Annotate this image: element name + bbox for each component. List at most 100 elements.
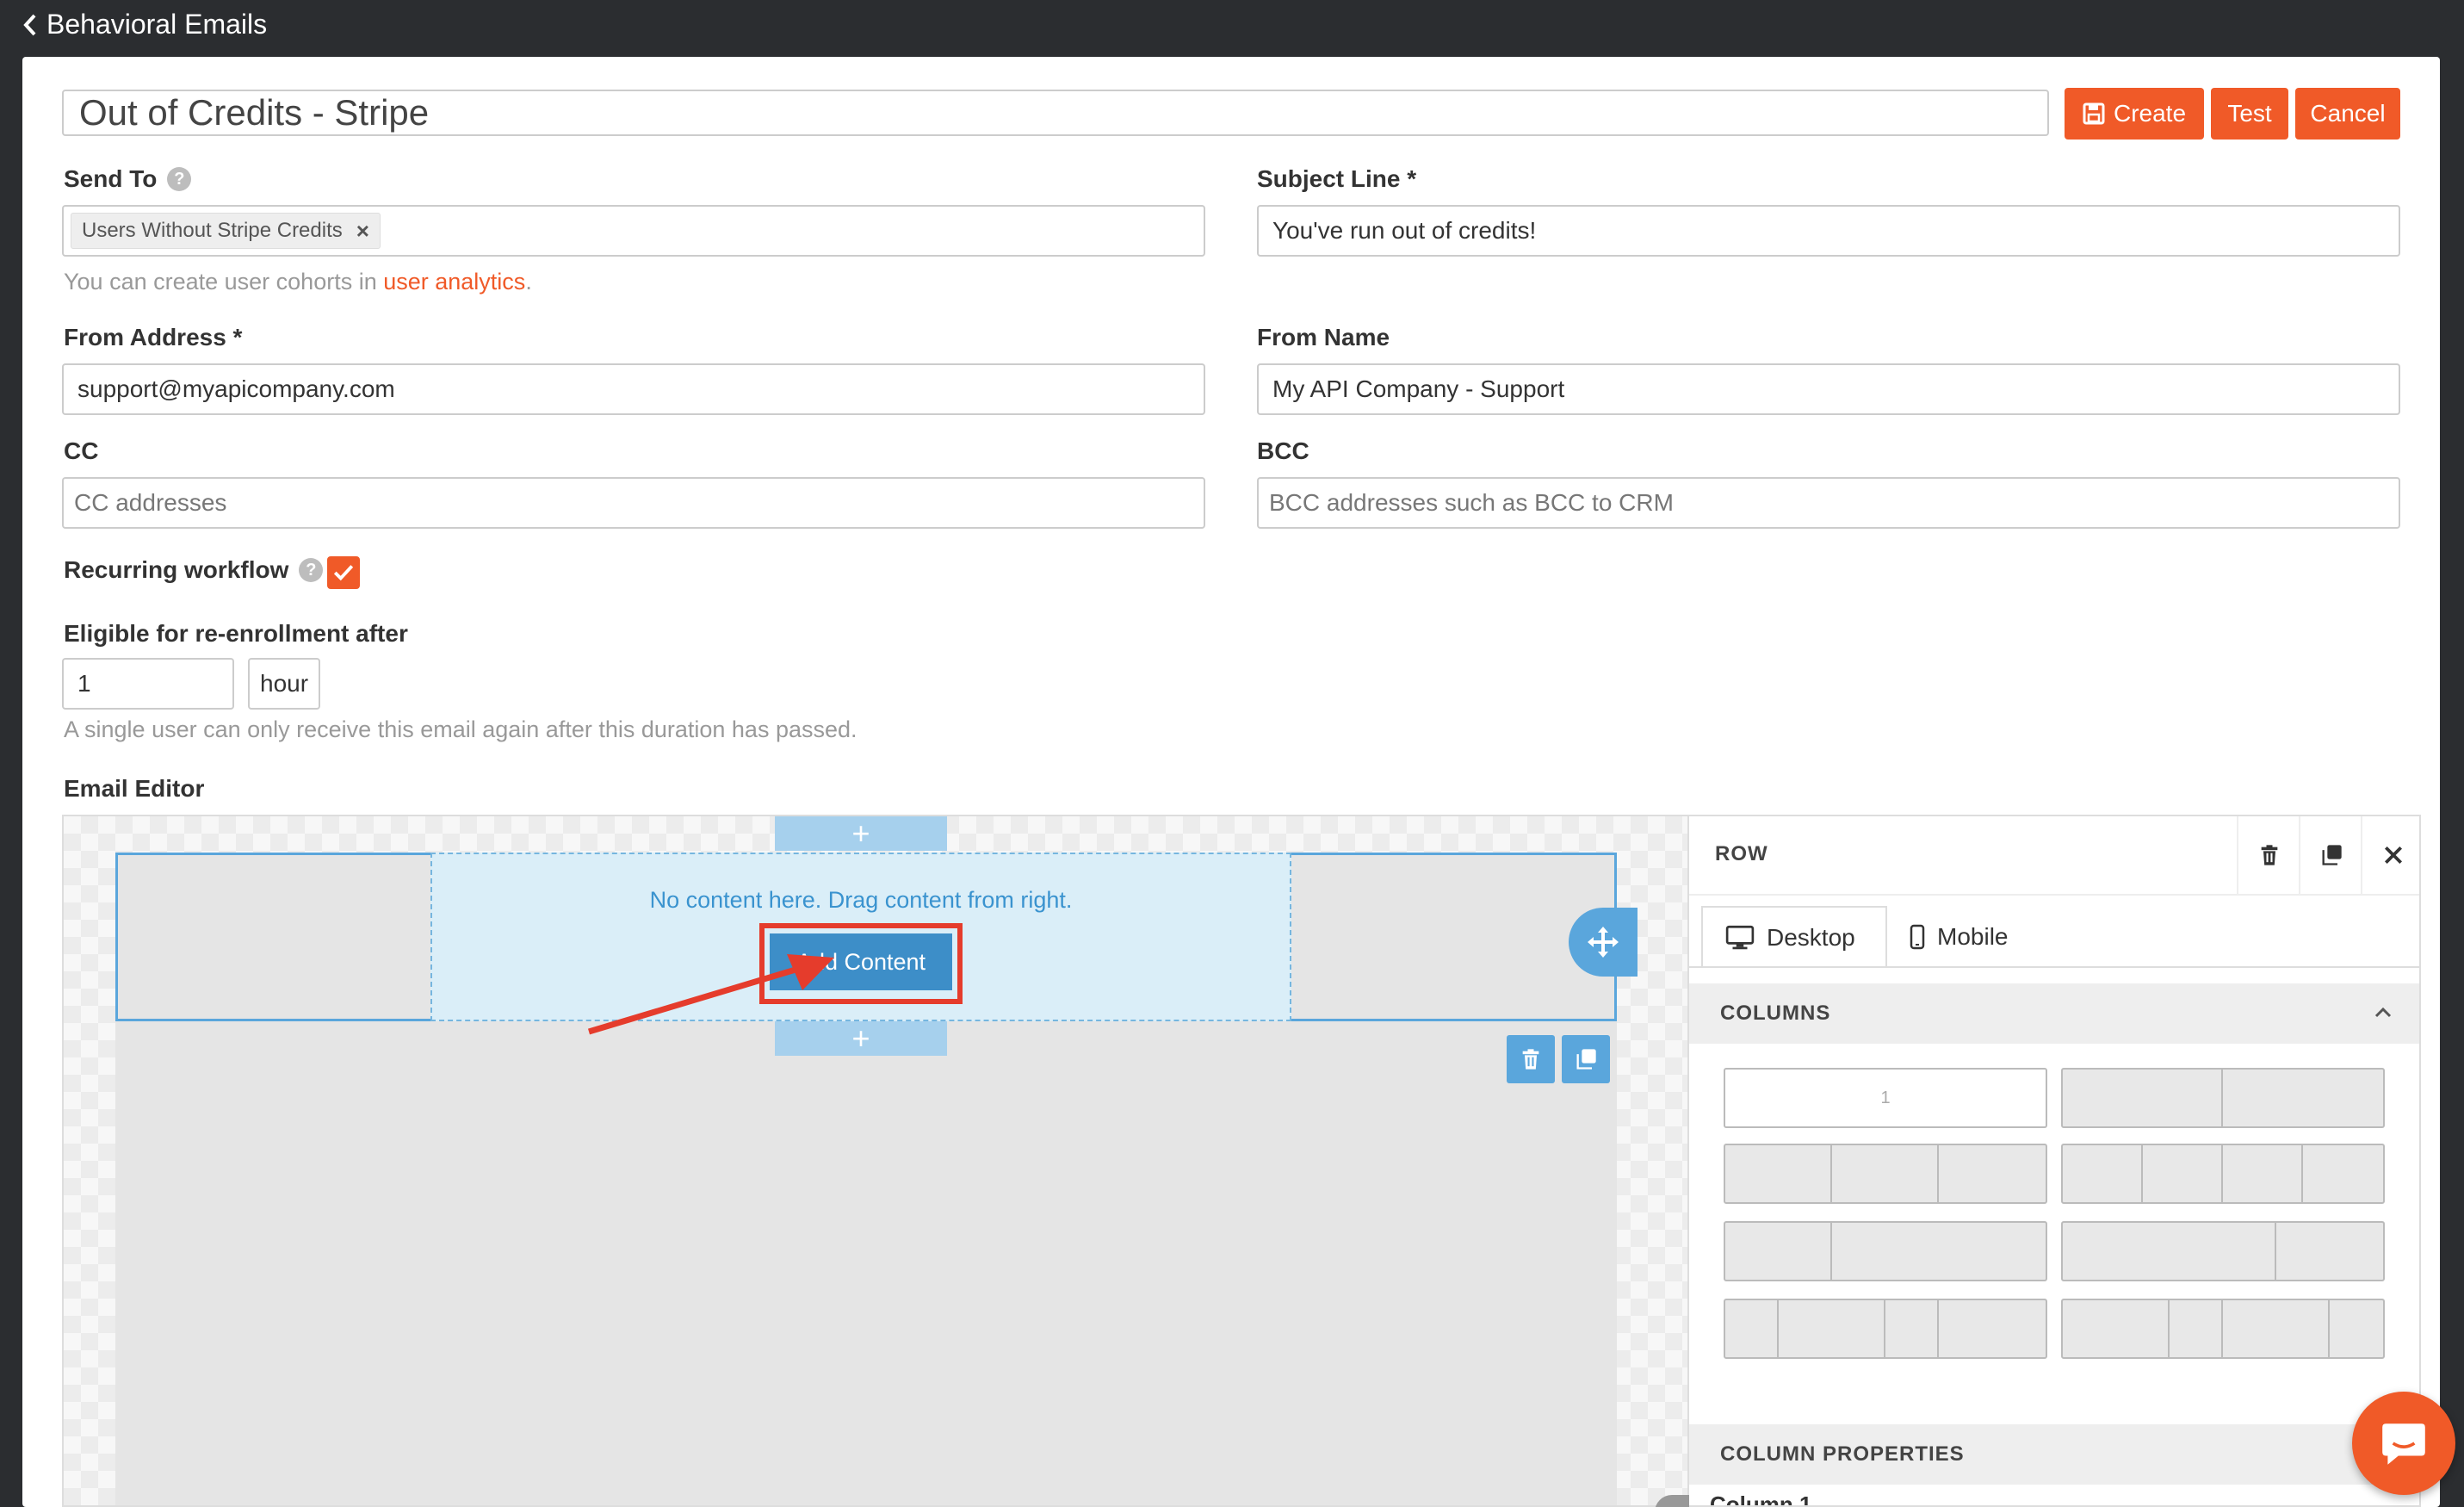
test-button-label: Test <box>2227 100 2272 127</box>
column-properties-header[interactable]: COLUMN PROPERTIES <box>1689 1424 2419 1485</box>
column-1-label: Column 1 <box>1710 1491 1812 1507</box>
layout-column <box>2063 1300 2170 1357</box>
layout-column <box>2276 1223 2383 1280</box>
sidebar-close-button[interactable] <box>2361 816 2419 894</box>
layout-column <box>1832 1145 1939 1202</box>
column-layout-option[interactable] <box>1724 1144 2047 1204</box>
bcc-label: BCC <box>1257 437 1309 464</box>
sidebar-duplicate-button[interactable] <box>2299 816 2362 894</box>
chevron-left-icon <box>23 14 36 35</box>
chat-widget-button[interactable] <box>2352 1392 2455 1495</box>
send-to-label-text: Send To <box>64 165 158 192</box>
layout-column <box>1939 1145 2046 1202</box>
reenroll-value-input[interactable]: 1 <box>62 658 234 710</box>
column-properties-title: COLUMN PROPERTIES <box>1720 1442 1965 1466</box>
annotation-arrow <box>587 954 834 1035</box>
layout-column: 1 <box>1880 1088 1891 1107</box>
test-button[interactable]: Test <box>2211 88 2288 140</box>
tab-mobile[interactable]: Mobile <box>1887 906 2059 968</box>
from-name-label: From Name <box>1257 324 1390 350</box>
email-form-panel: Out of Credits - Stripe Create Test Canc… <box>22 57 2440 1507</box>
help-icon[interactable]: ? <box>299 558 324 582</box>
from-address-field[interactable]: support@myapicompany.com <box>62 363 1205 415</box>
save-icon <box>2083 102 2105 125</box>
copy-icon <box>1576 1049 1596 1070</box>
layout-column <box>2170 1300 2223 1357</box>
back-link[interactable]: Behavioral Emails <box>22 9 267 40</box>
layout-column <box>1939 1300 2046 1357</box>
column-layout-option[interactable]: 1 <box>1724 1068 2047 1128</box>
cc-field[interactable]: CC addresses <box>62 477 1205 529</box>
send-to-hint: You can create user cohorts in user anal… <box>64 269 532 295</box>
columns-section-title: COLUMNS <box>1720 1002 1831 1025</box>
layout-column <box>2063 1070 2223 1126</box>
cohort-tag-label: Users Without Stripe Credits <box>82 219 343 242</box>
layout-column <box>1725 1223 1832 1280</box>
remove-tag-icon[interactable]: × <box>356 218 369 245</box>
duplicate-row-button[interactable] <box>1562 1035 1610 1083</box>
bcc-field[interactable]: BCC addresses such as BCC to CRM <box>1257 477 2400 529</box>
sidebar-delete-button[interactable] <box>2237 816 2300 894</box>
desktop-icon <box>1725 925 1755 950</box>
chevron-up-icon <box>2374 1007 2392 1018</box>
hint-suffix: . <box>525 269 532 295</box>
recurring-label-text: Recurring workflow <box>64 556 289 583</box>
empty-column[interactable]: No content here. Drag content from right… <box>430 853 1291 1021</box>
reenroll-label: Eligible for re-enrollment after <box>64 620 408 647</box>
row-properties-sidebar: ROW Desktop Mobile COLUMNS 1 COLUMN PROP… <box>1687 816 2419 1507</box>
layout-column <box>2330 1300 2383 1357</box>
cancel-button-label: Cancel <box>2310 100 2386 127</box>
sidebar-header: ROW <box>1689 816 2419 896</box>
add-row-above-button[interactable]: + <box>775 816 947 851</box>
layout-column <box>1832 1223 2046 1280</box>
cohort-tag: Users Without Stripe Credits × <box>71 213 381 249</box>
copy-icon <box>2322 845 2342 865</box>
back-link-label: Behavioral Emails <box>46 9 268 40</box>
column-layout-option[interactable] <box>1724 1221 2047 1281</box>
chat-icon <box>2382 1423 2425 1465</box>
tab-mobile-label: Mobile <box>1937 923 2009 950</box>
user-analytics-link[interactable]: user analytics <box>383 269 525 295</box>
from-name-field[interactable]: My API Company - Support <box>1257 363 2400 415</box>
email-name-input[interactable]: Out of Credits - Stripe <box>62 90 2049 136</box>
column-layout-option[interactable] <box>2061 1221 2385 1281</box>
layout-column <box>2143 1145 2223 1202</box>
layout-column <box>1779 1300 1885 1357</box>
column-layout-option[interactable] <box>2061 1144 2385 1204</box>
layout-column <box>2223 1070 2383 1126</box>
layout-column <box>1885 1300 1940 1357</box>
tab-desktop[interactable]: Desktop <box>1701 906 1887 968</box>
column-layout-option[interactable] <box>2061 1299 2385 1359</box>
columns-section-header[interactable]: COLUMNS <box>1689 983 2419 1044</box>
move-row-handle[interactable] <box>1569 908 1638 977</box>
subject-field[interactable]: You've run out of credits! <box>1257 205 2400 257</box>
mobile-icon <box>1910 924 1925 950</box>
sidebar-title: ROW <box>1715 842 1768 865</box>
help-icon[interactable]: ? <box>167 167 192 191</box>
empty-column-text: No content here. Drag content from right… <box>649 887 1073 913</box>
reenroll-unit-select[interactable]: hour <box>248 658 320 710</box>
delete-row-button[interactable] <box>1507 1035 1555 1083</box>
send-to-field[interactable]: Users Without Stripe Credits × <box>62 205 1205 257</box>
hint-prefix: You can create user cohorts in <box>64 269 384 295</box>
email-editor-label: Email Editor <box>64 775 205 802</box>
reenroll-hint: A single user can only receive this emai… <box>64 716 857 742</box>
layout-column <box>2303 1145 2383 1202</box>
trash-icon <box>1522 1049 1539 1070</box>
check-icon <box>333 565 354 581</box>
layout-column <box>2223 1300 2330 1357</box>
cancel-button[interactable]: Cancel <box>2295 88 2400 140</box>
from-address-label: From Address * <box>64 324 243 350</box>
layout-column <box>2063 1145 2143 1202</box>
close-icon <box>2384 846 2403 865</box>
layout-column <box>2223 1145 2303 1202</box>
column-layout-option[interactable] <box>2061 1068 2385 1128</box>
email-editor: No content here. Drag content from right… <box>62 815 2421 1507</box>
tab-divider <box>1689 966 2419 968</box>
layout-column <box>1725 1145 1832 1202</box>
recurring-checkbox[interactable] <box>327 556 360 589</box>
create-button-label: Create <box>2113 100 2187 127</box>
send-to-label: Send To ? <box>64 165 192 193</box>
column-layout-option[interactable] <box>1724 1299 2047 1359</box>
create-button[interactable]: Create <box>2065 88 2204 140</box>
